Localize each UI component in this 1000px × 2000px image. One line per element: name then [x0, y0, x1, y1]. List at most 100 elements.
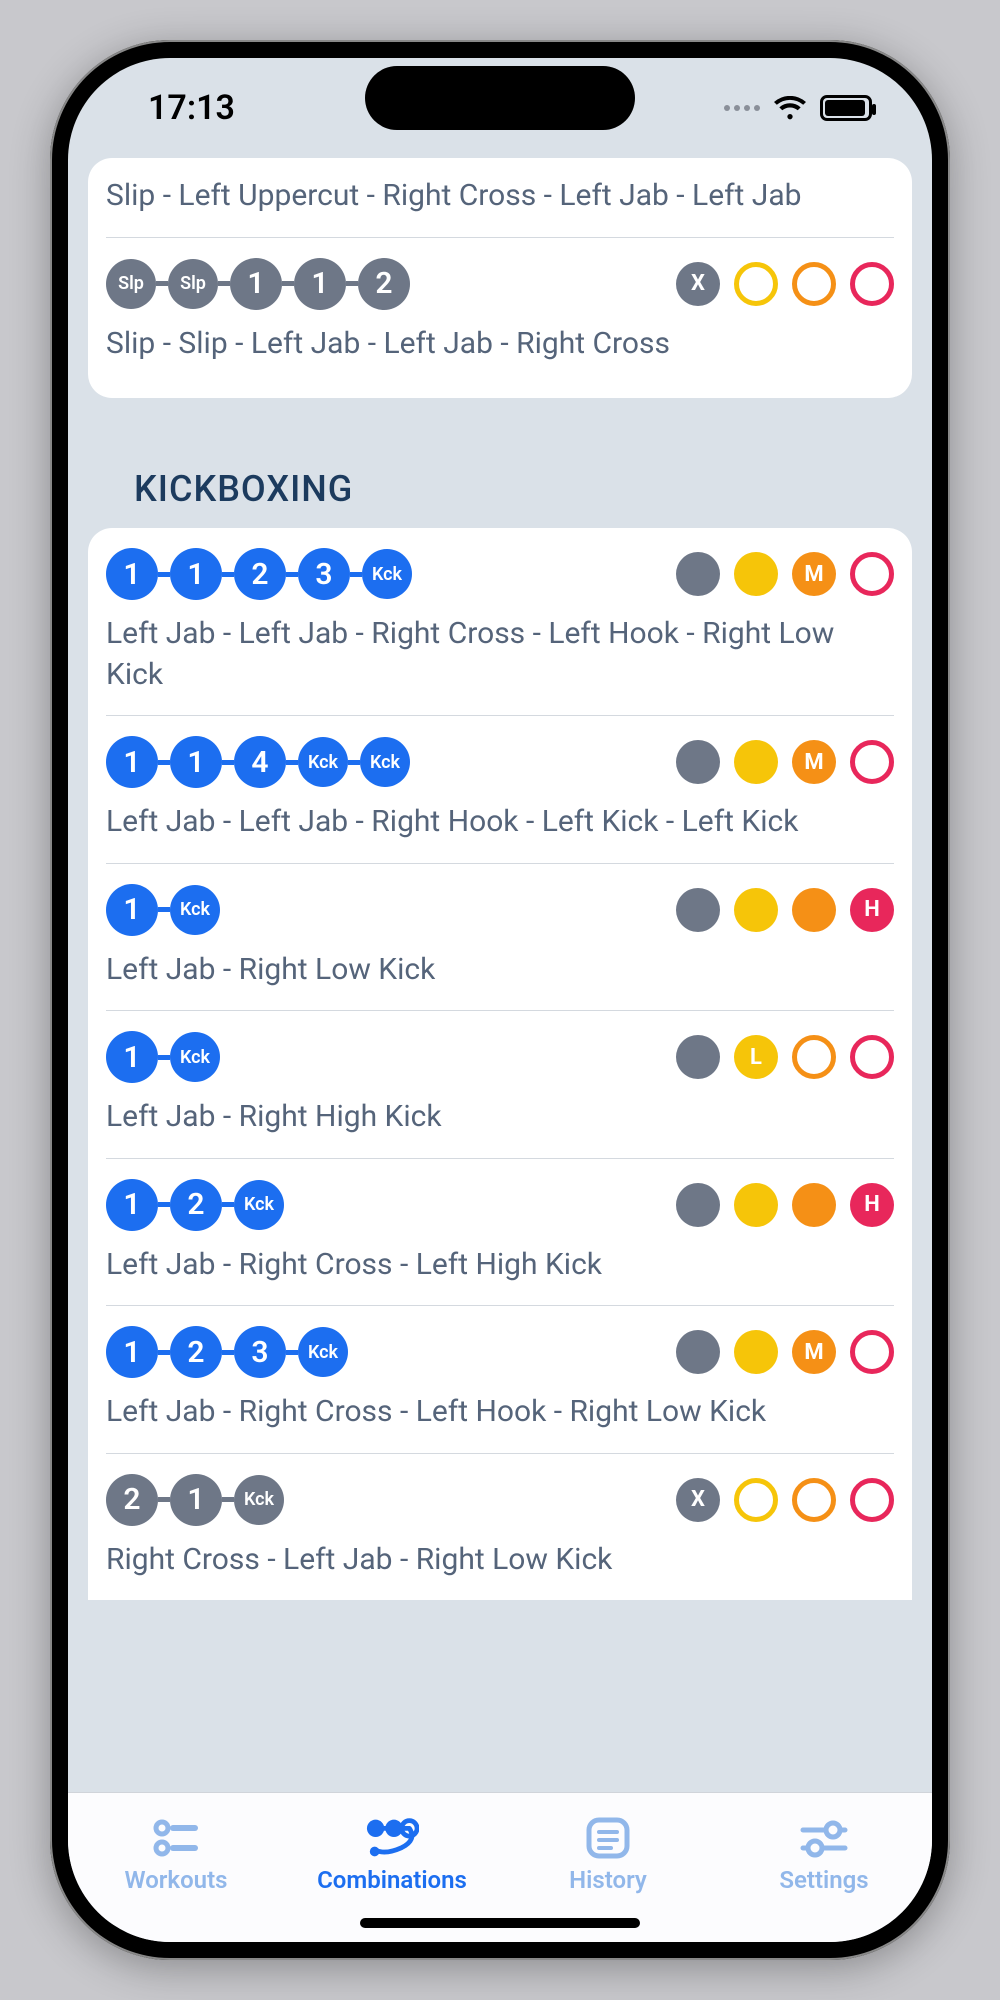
badge[interactable]: H	[850, 888, 894, 932]
badge[interactable]: X	[676, 1478, 720, 1522]
combo-node: 2	[170, 1326, 222, 1378]
badge[interactable]: L	[734, 1035, 778, 1079]
tab-history[interactable]: History	[500, 1793, 716, 1916]
section-title-kickboxing: KICKBOXING	[88, 448, 912, 528]
badge[interactable]	[734, 552, 778, 596]
scroll-content[interactable]: Slip - Left Uppercut - Right Cross - Lef…	[68, 158, 932, 1792]
combo-description: Slip - Slip - Left Jab - Left Jab - Righ…	[106, 324, 894, 365]
combo-node: Kck	[298, 737, 348, 787]
combo-chain: SlpSlp112	[106, 258, 410, 310]
combo-row[interactable]: Slip - Left Uppercut - Right Cross - Lef…	[106, 158, 894, 237]
badge[interactable]	[850, 1478, 894, 1522]
combo-node: Kck	[170, 1032, 220, 1082]
recording-dots-icon	[724, 105, 760, 111]
combo-node: Kck	[360, 737, 410, 787]
boxing-card-tail: Slip - Left Uppercut - Right Cross - Lef…	[88, 158, 912, 398]
combo-node: 1	[106, 1179, 158, 1231]
combo-node: 2	[234, 548, 286, 600]
combo-chain: 1Kck	[106, 1031, 220, 1083]
combinations-icon	[365, 1816, 419, 1860]
badge[interactable]	[676, 740, 720, 784]
badge[interactable]	[676, 1035, 720, 1079]
badge[interactable]	[734, 1183, 778, 1227]
badge[interactable]: H	[850, 1183, 894, 1227]
status-time: 17:13	[148, 88, 235, 128]
combo-node: 3	[234, 1326, 286, 1378]
badge[interactable]: M	[792, 740, 836, 784]
combo-badges: L	[676, 1035, 894, 1079]
workouts-icon	[149, 1816, 203, 1860]
settings-icon	[797, 1816, 851, 1860]
badge[interactable]	[676, 888, 720, 932]
badge[interactable]	[734, 740, 778, 784]
badge[interactable]	[792, 262, 836, 306]
combo-description: Right Cross - Left Jab - Right Low Kick	[106, 1540, 894, 1581]
combo-badges: H	[676, 888, 894, 932]
combo-node: 1	[170, 548, 222, 600]
tab-label: Workouts	[125, 1866, 228, 1894]
badge[interactable]	[676, 1183, 720, 1227]
badge[interactable]: X	[676, 262, 720, 306]
combo-row[interactable]: SlpSlp112XSlip - Slip - Left Jab - Left …	[106, 237, 894, 385]
combo-badges: H	[676, 1183, 894, 1227]
combo-node: 1	[106, 548, 158, 600]
badge[interactable]	[850, 740, 894, 784]
battery-icon	[820, 95, 872, 121]
badge[interactable]	[734, 262, 778, 306]
badge[interactable]	[734, 1330, 778, 1374]
combo-node: 3	[298, 548, 350, 600]
tab-settings[interactable]: Settings	[716, 1793, 932, 1916]
combo-row[interactable]: 12Kck H Left Jab - Right Cross - Left High…	[106, 1158, 894, 1306]
combo-node: 1	[170, 1474, 222, 1526]
badge[interactable]	[734, 888, 778, 932]
tab-workouts[interactable]: Workouts	[68, 1793, 284, 1916]
badge[interactable]	[676, 552, 720, 596]
combo-node: Kck	[362, 549, 412, 599]
combo-row[interactable]: 1KckLLeft Jab - Right High Kick	[106, 1010, 894, 1158]
badge[interactable]	[850, 552, 894, 596]
combo-node: 4	[234, 736, 286, 788]
combo-node: 1	[106, 884, 158, 936]
badge[interactable]: M	[792, 1330, 836, 1374]
badge[interactable]	[850, 1330, 894, 1374]
tab-combinations[interactable]: Combinations	[284, 1793, 500, 1916]
badge[interactable]	[792, 1183, 836, 1227]
combo-description: Left Jab - Left Jab - Right Hook - Left …	[106, 802, 894, 843]
combo-node: 1	[106, 1326, 158, 1378]
combo-row[interactable]: 114KckKck M Left Jab - Left Jab - Right Ho…	[106, 715, 894, 863]
badge[interactable]	[734, 1478, 778, 1522]
combo-node: Kck	[234, 1475, 284, 1525]
badge[interactable]	[850, 1035, 894, 1079]
tab-label: Settings	[779, 1866, 868, 1894]
combo-row[interactable]: 1123KckMLeft Jab - Left Jab - Right Cros…	[106, 528, 894, 715]
screen: 17:13 Slip - Left Uppercut - Right Cross…	[68, 58, 932, 1942]
combo-row[interactable]: 123KckMLeft Jab - Right Cross - Left Hoo…	[106, 1305, 894, 1453]
combo-node: Slp	[106, 259, 156, 309]
combo-chain: 114KckKck	[106, 736, 410, 788]
badge[interactable]: M	[792, 552, 836, 596]
badge[interactable]	[676, 1330, 720, 1374]
badge[interactable]	[792, 888, 836, 932]
combo-row[interactable]: 1KckHLeft Jab - Right Low Kick	[106, 863, 894, 1011]
combo-node: 2	[358, 258, 410, 310]
combo-chain: 12Kck	[106, 1179, 284, 1231]
combo-badges: M	[676, 740, 894, 784]
home-indicator[interactable]	[360, 1918, 640, 1928]
dynamic-island	[365, 66, 635, 130]
combo-badges: X	[676, 1478, 894, 1522]
combo-description: Left Jab - Left Jab - Right Cross - Left…	[106, 614, 894, 695]
combo-chain: 123Kck	[106, 1326, 348, 1378]
combo-chain: 21Kck	[106, 1474, 284, 1526]
badge[interactable]	[792, 1035, 836, 1079]
combo-node: Slp	[168, 259, 218, 309]
kickboxing-card: 1123KckMLeft Jab - Left Jab - Right Cros…	[88, 528, 912, 1600]
badge[interactable]	[792, 1478, 836, 1522]
combo-node: 2	[170, 1179, 222, 1231]
combo-description: Left Jab - Right Low Kick	[106, 950, 894, 991]
combo-node: 1	[230, 258, 282, 310]
combo-node: Kck	[234, 1180, 284, 1230]
combo-node: 1	[294, 258, 346, 310]
combo-description: Left Jab - Right Cross - Left High Kick	[106, 1245, 894, 1286]
badge[interactable]	[850, 262, 894, 306]
combo-row[interactable]: 21Kck X Right Cross - Left Jab - Right Low…	[106, 1453, 894, 1601]
